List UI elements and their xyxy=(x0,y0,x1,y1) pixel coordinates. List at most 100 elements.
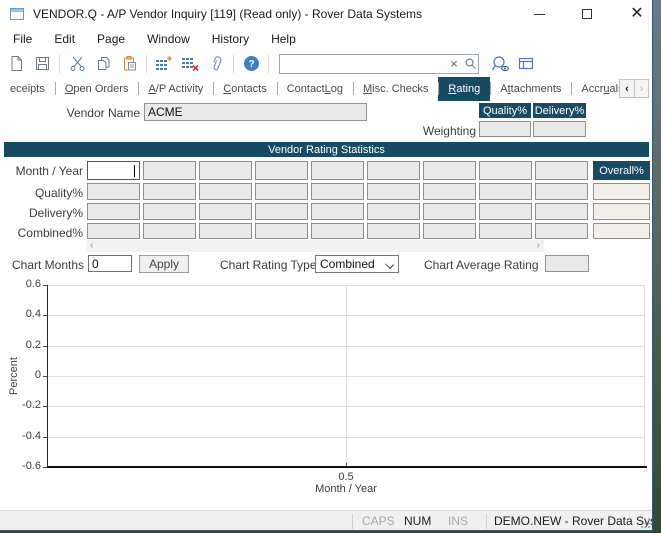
x-tick-label: 0.5 xyxy=(326,471,366,483)
close-icon: ✕ xyxy=(630,6,643,22)
tab-misc-checks[interactable]: Misc. Checks xyxy=(353,77,438,101)
rating-cell xyxy=(479,223,532,239)
clear-search-button[interactable]: × xyxy=(446,56,462,72)
rating-cell xyxy=(199,203,252,220)
toolbar-separator xyxy=(146,55,147,73)
apply-button[interactable]: Apply xyxy=(139,255,189,273)
rating-cell xyxy=(479,203,532,220)
tab-strip: eceiptsOpen OrdersA/P ActivityContactsCo… xyxy=(0,77,653,101)
rating-cell xyxy=(367,223,420,239)
menu-help[interactable]: Help xyxy=(260,29,307,49)
tab-open-orders[interactable]: Open Orders xyxy=(55,77,139,101)
scroll-left-icon[interactable]: ‹ xyxy=(86,240,97,252)
weighting-quality-value xyxy=(480,122,530,124)
rating-cell xyxy=(143,183,196,200)
chart-rating-type-label: Chart Rating Type xyxy=(220,258,317,272)
menu-window[interactable]: Window xyxy=(136,29,201,49)
minimize-button[interactable] xyxy=(522,0,556,28)
search-submit-button[interactable] xyxy=(462,56,478,72)
rating-cell xyxy=(199,161,252,180)
rating-cell xyxy=(143,161,196,180)
delete-row-icon xyxy=(181,55,199,72)
grid-view-icon xyxy=(517,55,535,72)
menu-page[interactable]: Page xyxy=(86,29,136,49)
save-icon xyxy=(34,55,51,72)
rating-cell xyxy=(535,161,588,180)
rating-cell xyxy=(143,223,196,239)
vendor-name-value: ACME xyxy=(145,104,366,120)
rating-cell xyxy=(311,203,364,220)
minimize-icon xyxy=(534,14,545,15)
rating-cell xyxy=(535,223,588,239)
tab-contacts[interactable]: Contacts xyxy=(213,77,276,101)
cut-button[interactable] xyxy=(64,52,90,76)
row-label-delivery: Delivery% xyxy=(0,206,83,220)
search-input[interactable] xyxy=(280,56,446,72)
menu-edit[interactable]: Edit xyxy=(43,29,86,49)
toolbar-separator xyxy=(268,55,269,73)
table-horizontal-scrollbar[interactable]: ‹ › xyxy=(86,240,544,252)
chart-average-rating-label: Chart Average Rating xyxy=(424,258,539,272)
find-user-icon xyxy=(491,55,510,73)
new-document-icon xyxy=(8,55,25,72)
grid-view-button[interactable] xyxy=(513,52,539,76)
menu-history[interactable]: History xyxy=(201,29,260,49)
rating-cell xyxy=(255,161,308,180)
attachment-button[interactable] xyxy=(203,52,229,76)
help-button[interactable]: ? xyxy=(238,52,264,76)
attachment-icon xyxy=(208,55,225,72)
maximize-button[interactable] xyxy=(570,0,604,28)
paste-button[interactable] xyxy=(116,52,142,76)
delete-row-button[interactable] xyxy=(177,52,203,76)
insert-row-button[interactable] xyxy=(151,52,177,76)
tab-attachments[interactable]: Attachments xyxy=(490,77,571,101)
scroll-right-icon[interactable]: › xyxy=(533,240,544,252)
row-label-quality: Quality% xyxy=(0,186,83,200)
weighting-label: Weighting xyxy=(396,124,476,138)
tab-scroll-right-button[interactable]: › xyxy=(634,79,649,98)
rating-cell xyxy=(255,203,308,220)
rating-cell xyxy=(255,183,308,200)
rating-cell xyxy=(199,183,252,200)
rating-cell xyxy=(311,183,364,200)
find-user-button[interactable] xyxy=(487,52,513,76)
toolbar-separator xyxy=(59,55,60,73)
paste-icon xyxy=(121,55,138,72)
rating-cell xyxy=(535,183,588,200)
tab-label: tachments xyxy=(511,83,562,95)
weighting-delivery-field xyxy=(533,121,586,137)
chart-rating-type-select[interactable]: Combined xyxy=(315,255,399,273)
row-label-combined: Combined% xyxy=(0,226,83,240)
month-year-input[interactable] xyxy=(87,161,140,180)
close-button[interactable]: ✕ xyxy=(620,0,653,28)
x-axis-title: Month / Year xyxy=(315,483,377,495)
num-indicator: NUM xyxy=(404,514,431,528)
tab-eceipts[interactable]: eceipts xyxy=(0,77,55,101)
x-axis-line xyxy=(47,466,647,468)
row-label-month-year: Month / Year xyxy=(0,164,83,178)
overall-cell xyxy=(593,183,650,200)
tab-contact-log[interactable]: Contact Log xyxy=(277,77,353,101)
tab-rating[interactable]: Rating xyxy=(438,77,490,101)
chart-months-input[interactable]: 0 xyxy=(88,255,132,272)
rating-cell xyxy=(311,223,364,239)
chart-average-rating-value xyxy=(546,256,588,258)
caps-indicator: CAPS xyxy=(362,514,395,528)
weighting-delivery-value xyxy=(534,122,585,124)
save-button[interactable] xyxy=(29,52,55,76)
tab-a-p-activity[interactable]: A/P Activity xyxy=(138,77,213,101)
rating-cell xyxy=(423,223,476,239)
tab-label: R xyxy=(448,83,456,95)
menu-file[interactable]: File xyxy=(2,29,43,49)
resize-grip-icon[interactable] xyxy=(640,518,651,529)
copy-button[interactable] xyxy=(90,52,116,76)
chevron-down-icon xyxy=(385,260,393,268)
new-document-button[interactable] xyxy=(3,52,29,76)
rating-cell xyxy=(479,183,532,200)
y-axis-title: Percent xyxy=(8,357,20,395)
overall-cell xyxy=(593,203,650,220)
tab-scroll-left-button[interactable]: ‹ xyxy=(619,79,634,98)
copy-icon xyxy=(95,55,112,72)
gridline xyxy=(346,285,347,467)
tab-label: M xyxy=(363,83,372,95)
